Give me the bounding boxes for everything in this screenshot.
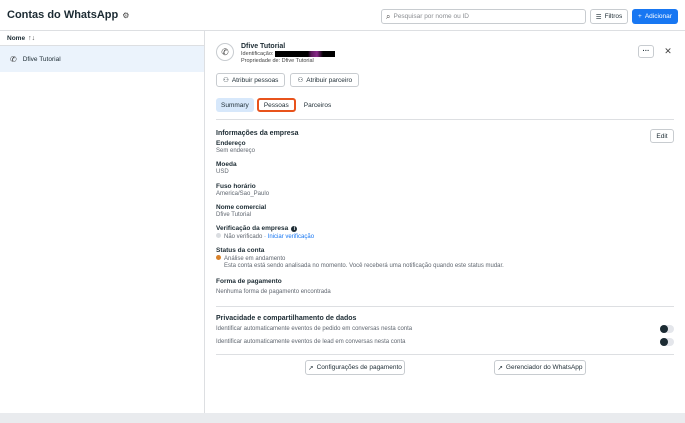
whatsapp-icon: ✆ — [10, 54, 17, 64]
privacy-order-row: Identificar automaticamente eventos de p… — [216, 325, 674, 333]
account-id: Identificação: — [241, 51, 336, 57]
edit-button[interactable]: Edit — [650, 129, 674, 143]
divider — [216, 354, 674, 355]
external-link-icon: ↗ — [497, 364, 503, 372]
privacy-lead-row: Identificar automaticamente eventos de l… — [216, 338, 674, 346]
privacy-lead-toggle[interactable] — [660, 338, 674, 346]
assign-people-button[interactable]: ⚇ Atribuir pessoas — [216, 73, 286, 87]
partner-icon: ⚇ — [297, 77, 304, 84]
people-icon: ⚇ — [223, 77, 229, 84]
add-button[interactable]: + Adicionar — [632, 9, 678, 24]
privacy-order-toggle[interactable] — [660, 325, 674, 333]
bottom-scroll-area — [0, 413, 685, 423]
info-icon[interactable]: i — [291, 225, 298, 232]
divider — [216, 306, 674, 307]
external-link-icon: ↗ — [308, 364, 314, 372]
payment-settings-button[interactable]: ↗ Configurações de pagamento — [305, 360, 405, 375]
list-item[interactable]: ✆ Dfive Tutorial — [0, 46, 204, 72]
address-field: Endereço Sem endereço — [216, 140, 256, 154]
tab-pessoas[interactable]: Pessoas — [256, 98, 296, 112]
detail-tabs: Summary Pessoas Parceiros — [216, 98, 336, 112]
top-bar: Contas do WhatsApp ⚙ ⌕ ☰ Filtros + Adici… — [0, 0, 685, 33]
divider — [216, 119, 674, 120]
detail-header: ✆ Dfive Tutorial Identificação: Propried… — [216, 43, 336, 64]
status-dot-icon — [216, 233, 221, 238]
plus-icon: + — [638, 13, 642, 20]
account-name: Dfive Tutorial — [241, 43, 286, 50]
assign-actions: ⚇ Atribuir pessoas ⚇ Atribuir parceiro — [216, 73, 360, 87]
account-status-field: Status da conta Análise em andamento Est… — [216, 247, 504, 269]
verification-field: Verificação da empresa i Não verificado … — [216, 225, 315, 240]
trade-name-field: Nome comercial Dfive Tutorial — [216, 204, 267, 218]
page-title: Contas do WhatsApp ⚙ — [7, 9, 130, 21]
accounts-list: Nome ↑↓ ✆ Dfive Tutorial — [0, 31, 205, 413]
account-detail: ✆ Dfive Tutorial Identificação: Propried… — [206, 31, 685, 413]
close-icon[interactable]: ✕ — [663, 45, 673, 58]
payment-field: Forma de pagamento Nenhuma forma de paga… — [216, 278, 331, 295]
timezone-field: Fuso horário America/Sao_Paulo — [216, 183, 270, 197]
filters-button[interactable]: ☰ Filtros — [590, 9, 628, 24]
main-area: Nome ↑↓ ✆ Dfive Tutorial ✆ Dfive Tutoria… — [0, 30, 685, 413]
account-owner: Propriedade de: Dfive Tutorial — [241, 58, 314, 64]
search-input[interactable] — [393, 13, 574, 20]
start-verification-link[interactable]: · Iniciar verificação — [264, 234, 314, 240]
whatsapp-avatar-icon: ✆ — [216, 43, 234, 61]
sort-icon[interactable]: ↑↓ — [28, 35, 35, 42]
company-info-title: Informações da empresa — [216, 130, 299, 137]
more-options-button[interactable]: ··· — [638, 45, 654, 58]
privacy-title: Privacidade e compartilhamento de dados — [216, 315, 357, 322]
currency-field: Moeda USD — [216, 161, 237, 175]
redacted-id — [275, 51, 336, 57]
search-icon: ⌕ — [386, 11, 391, 21]
whatsapp-manager-button[interactable]: ↗ Gerenciador do WhatsApp — [494, 360, 586, 375]
search-box[interactable]: ⌕ — [381, 9, 586, 24]
column-header-name[interactable]: Nome ↑↓ — [0, 31, 204, 46]
tab-summary[interactable]: Summary — [216, 98, 254, 112]
gear-icon[interactable]: ⚙ — [122, 11, 129, 20]
assign-partner-button[interactable]: ⚇ Atribuir parceiro — [290, 73, 360, 87]
filter-icon: ☰ — [595, 13, 602, 21]
tab-parceiros[interactable]: Parceiros — [299, 98, 336, 112]
warning-dot-icon — [216, 255, 221, 260]
